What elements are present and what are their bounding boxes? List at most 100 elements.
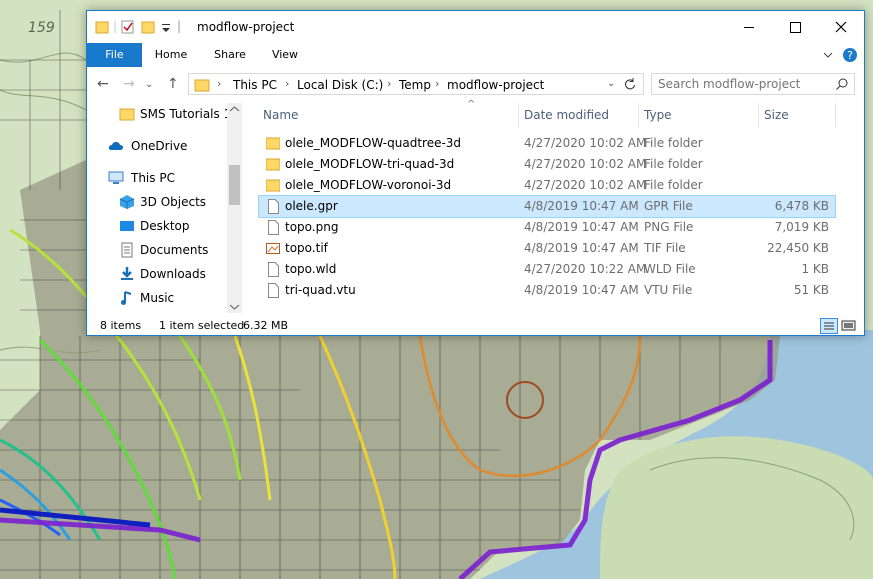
column-date[interactable]: Date modified (524, 108, 609, 122)
nav-item-documents[interactable]: Documents (87, 239, 227, 261)
file-size: 1 KB (801, 262, 829, 276)
customize-qat-icon[interactable] (159, 19, 173, 35)
nav-item-label: SMS Tutorials 13 (140, 107, 239, 121)
address-bar[interactable]: › This PC › Local Disk (C:) › Temp › mod… (188, 73, 644, 95)
file-type: TIF File (644, 241, 686, 255)
nav-item-sms-tutorials[interactable]: SMS Tutorials 13 (87, 103, 239, 125)
search-icon[interactable] (835, 77, 849, 91)
scroll-down-icon[interactable] (229, 303, 240, 311)
folder-icon (266, 179, 280, 192)
tab-share[interactable]: Share (205, 43, 255, 67)
column-name[interactable]: Name (263, 108, 298, 122)
nav-item-label: Music (140, 291, 175, 305)
file-icon (268, 220, 279, 235)
nav-item-3d-objects[interactable]: 3D Objects (87, 191, 227, 213)
refresh-icon[interactable] (623, 77, 637, 91)
status-bar: 8 items 1 item selected 6.32 MB (87, 314, 864, 335)
column-divider[interactable] (638, 103, 639, 127)
file-row[interactable]: tri-quad.vtu 4/8/2019 10:47 AM VTU File 51 … (259, 280, 835, 301)
new-folder-icon[interactable] (141, 19, 155, 35)
file-type: VTU File (644, 283, 693, 297)
file-size: 7,019 KB (774, 220, 829, 234)
tab-home[interactable]: Home (147, 43, 195, 67)
tab-view[interactable]: View (262, 43, 308, 67)
column-header: Name ^ Date modified Type Size (255, 99, 855, 127)
selection-count: 1 item selected (159, 319, 245, 332)
tab-file[interactable]: File (87, 43, 142, 67)
large-icons-view-icon (841, 320, 856, 331)
nav-item-label: Documents (140, 243, 209, 257)
file-name: olele_MODFLOW-tri-quad-3d (285, 157, 455, 171)
file-date: 4/27/2020 10:02 AM (524, 178, 647, 192)
sort-up-icon: ^ (467, 99, 476, 110)
minimize-button[interactable] (726, 11, 772, 43)
cube-icon (119, 195, 135, 209)
nav-scrollbar[interactable] (227, 103, 242, 313)
breadcrumb-separator: › (217, 77, 222, 90)
file-type: File folder (644, 136, 703, 150)
details-view-button[interactable] (820, 318, 838, 334)
nav-item-onedrive[interactable]: OneDrive (87, 135, 227, 157)
nav-item-this-pc[interactable]: This PC (87, 167, 227, 189)
column-divider[interactable] (758, 103, 759, 127)
folder-icon (194, 79, 210, 92)
help-icon[interactable]: ? (842, 47, 858, 63)
separator: | (113, 19, 118, 33)
search-input[interactable] (658, 76, 828, 92)
navigation-pane: SMS Tutorials 13 OneDrive This PC 3D Obj… (87, 103, 242, 313)
breadcrumb-current[interactable]: modflow-project (447, 78, 544, 92)
column-divider[interactable] (835, 103, 836, 127)
file-row[interactable]: topo.tif 4/8/2019 10:47 AM TIF File 22,450 … (259, 238, 835, 259)
file-icon (268, 283, 279, 298)
image-icon (266, 243, 280, 254)
maximize-icon (790, 22, 801, 33)
scrollbar-thumb[interactable] (229, 165, 240, 205)
file-row[interactable]: topo.wld 4/27/2020 10:22 AM WLD File 1 KB (259, 259, 835, 280)
breadcrumb-this-pc[interactable]: This PC (233, 78, 277, 92)
breadcrumb-temp[interactable]: Temp (399, 78, 431, 92)
title-bar[interactable]: | | modflow-project (87, 11, 864, 43)
file-type: PNG File (644, 220, 694, 234)
file-row[interactable]: topo.png 4/8/2019 10:47 AM PNG File 7,019 K… (259, 217, 835, 238)
nav-item-label: Downloads (140, 267, 206, 281)
scroll-up-icon[interactable] (229, 105, 240, 113)
file-date: 4/27/2020 10:02 AM (524, 157, 647, 171)
back-arrow-icon[interactable]: ← (97, 76, 109, 92)
file-row[interactable]: olele_MODFLOW-quadtree-3d 4/27/2020 10:02… (259, 133, 835, 154)
file-icon (268, 199, 279, 214)
file-row[interactable]: olele_MODFLOW-tri-quad-3d 4/27/2020 10:02… (259, 154, 835, 175)
address-row: ← → ⌄ ↑ › This PC › Local Disk (C:) › Te… (87, 69, 864, 99)
recent-locations-icon[interactable]: ⌄ (145, 79, 153, 90)
svg-text:?: ? (847, 49, 853, 62)
nav-item-music[interactable]: Music (87, 287, 227, 309)
window-title: modflow-project (197, 20, 295, 34)
search-box[interactable] (651, 73, 855, 95)
selection-size: 6.32 MB (243, 319, 289, 332)
up-arrow-icon[interactable]: ↑ (167, 76, 179, 92)
nav-item-label: OneDrive (131, 139, 188, 153)
column-size[interactable]: Size (764, 108, 789, 122)
maximize-button[interactable] (772, 11, 818, 43)
file-date: 4/27/2020 10:02 AM (524, 136, 647, 150)
file-row[interactable]: olele.gpr 4/8/2019 10:47 AM GPR File 6,478 … (258, 195, 836, 218)
folder-icon (266, 158, 280, 171)
chevron-down-icon[interactable] (822, 49, 834, 61)
column-type[interactable]: Type (644, 108, 672, 122)
close-button[interactable] (818, 11, 864, 43)
forward-arrow-icon[interactable]: → (123, 76, 135, 92)
close-icon (835, 21, 847, 33)
file-name: olele_MODFLOW-quadtree-3d (285, 136, 462, 150)
properties-icon[interactable] (121, 19, 135, 35)
address-dropdown-icon[interactable]: ⌄ (607, 78, 615, 89)
computer-icon (108, 171, 124, 184)
nav-item-label: 3D Objects (140, 195, 207, 209)
nav-item-desktop[interactable]: Desktop (87, 215, 227, 237)
breadcrumb-local-disk[interactable]: Local Disk (C:) (297, 78, 383, 92)
music-icon (121, 291, 132, 305)
large-icons-view-button[interactable] (840, 318, 858, 334)
file-row[interactable]: olele_MODFLOW-voronoi-3d 4/27/2020 10:02 … (259, 175, 835, 196)
file-type: GPR File (644, 199, 693, 213)
nav-item-downloads[interactable]: Downloads (87, 263, 227, 285)
column-divider[interactable] (518, 103, 519, 127)
file-size: 6,478 KB (774, 199, 829, 213)
